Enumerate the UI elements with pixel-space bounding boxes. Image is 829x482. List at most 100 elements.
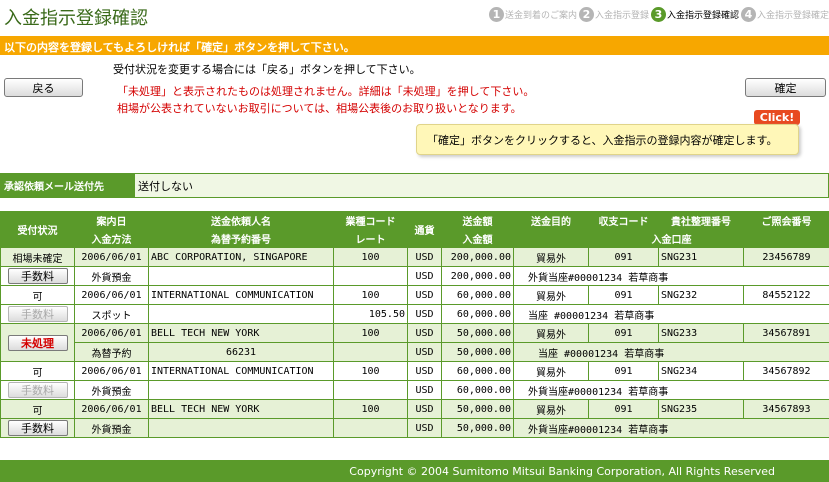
step-label: 入金指示登録 <box>594 11 649 21</box>
method-cell: 外貨預金 <box>74 380 149 400</box>
purpose-cell: 貿易外 <box>513 247 589 267</box>
status-cell: 可 <box>0 361 75 381</box>
back-button[interactable]: 戻る <box>4 78 83 97</box>
fee-button[interactable]: 手数料 <box>7 382 68 398</box>
deposit-cell: 50,000.00 <box>441 342 514 362</box>
ref-cell: SNG234 <box>658 361 744 381</box>
inquiry-cell: 34567892 <box>743 361 829 381</box>
fee-button[interactable]: 手数料 <box>7 420 68 436</box>
step-label: 送金到着のご案内 <box>504 11 577 21</box>
header-purpose: 送金目的 <box>513 211 589 230</box>
account-cell: 外貨当座#00001234 若草商事 <box>513 380 829 400</box>
industry-cell: 100 <box>333 399 408 419</box>
contract-cell <box>148 304 334 324</box>
table-row: 可 2006/06/01 INTERNATIONAL COMMUNICATION… <box>0 285 829 305</box>
currency-cell: USD <box>407 247 442 267</box>
date-cell: 2006/06/01 <box>74 285 149 305</box>
date-cell: 2006/06/01 <box>74 361 149 381</box>
table-row: 為替予約 66231 USD 50,000.00 当座 #00001234 若草… <box>1 342 829 362</box>
page-title: 入金指示登録確認 <box>4 8 148 29</box>
step-label: 入金指示登録確定 <box>756 11 829 21</box>
industry-cell: 100 <box>333 361 408 381</box>
table-row: 手数料 外貨預金 USD 200,000.00 外貨当座#00001234 若草… <box>0 266 829 286</box>
method-cell: 外貨預金 <box>74 418 149 438</box>
code-cell: 091 <box>588 285 659 305</box>
table-row: 手数料 外貨預金 USD 60,000.00 外貨当座#00001234 若草商… <box>0 380 829 400</box>
button-cell: 手数料 <box>0 418 75 438</box>
step-number-icon: 2 <box>578 7 594 22</box>
rate-cell <box>333 342 408 362</box>
deposit-cell: 60,000.00 <box>441 380 514 400</box>
table-row: 可 2006/06/01 INTERNATIONAL COMMUNICATION… <box>0 361 829 381</box>
account-cell: 当座 #00001234 若草商事 <box>513 304 829 324</box>
method-cell: 為替予約 <box>74 342 149 362</box>
code-cell: 091 <box>588 247 659 267</box>
ref-cell: SNG231 <box>658 247 744 267</box>
contract-cell: 66231 <box>148 342 334 362</box>
table-row: 可 2006/06/01 BELL TECH NEW YORK 100 USD … <box>0 399 829 419</box>
deposit-cell: 50,000.00 <box>441 418 514 438</box>
unprocessed-button[interactable]: 未処理 <box>7 334 68 351</box>
ref-cell: SNG233 <box>658 323 744 343</box>
amount-cell: 50,000.00 <box>441 323 514 343</box>
account-cell: 外貨当座#00001234 若草商事 <box>513 418 829 438</box>
date-cell: 2006/06/01 <box>74 247 149 267</box>
button-cell: 未処理 <box>0 323 75 362</box>
inquiry-cell: 84552122 <box>743 285 829 305</box>
approval-mail-row: 承認依頼メール送付先 送付しない <box>0 173 829 198</box>
rate-cell <box>333 380 408 400</box>
amount-cell: 60,000.00 <box>441 361 514 381</box>
code-cell: 091 <box>588 399 659 419</box>
step-4: 4 入金指示登録確定 <box>740 7 829 22</box>
fee-button[interactable]: 手数料 <box>7 306 68 322</box>
deposit-cell: 200,000.00 <box>441 266 514 286</box>
inquiry-cell: 34567891 <box>743 323 829 343</box>
header-industry: 業種コード <box>333 211 408 230</box>
status-cell: 可 <box>0 399 75 419</box>
remitter-cell: BELL TECH NEW YORK <box>148 399 334 419</box>
code-cell: 091 <box>588 361 659 381</box>
industry-cell: 100 <box>333 323 408 343</box>
step-2: 2 入金指示登録 <box>578 7 649 22</box>
purpose-cell: 貿易外 <box>513 285 589 305</box>
header-amount: 送金額 <box>441 211 514 230</box>
ref-cell: SNG235 <box>658 399 744 419</box>
header-deposit: 入金額 <box>441 229 514 248</box>
progress-steps: 1 送金到着のご案内 2 入金指示登録 3 入金指示登録確認 4 入金指示登録確… <box>487 7 829 22</box>
currency-cell: USD <box>407 418 442 438</box>
button-cell: 手数料 <box>0 304 75 324</box>
amount-cell: 60,000.00 <box>441 285 514 305</box>
currency-cell: USD <box>407 266 442 286</box>
rate-cell <box>333 266 408 286</box>
footer-copyright: Copyright © 2004 Sumitomo Mitsui Banking… <box>0 460 829 482</box>
approval-mail-label: 承認依頼メール送付先 <box>1 174 134 197</box>
step-label: 入金指示登録確認 <box>666 11 739 21</box>
header-account: 入金口座 <box>513 229 829 248</box>
click-badge: Click! <box>754 110 800 125</box>
inquiry-cell: 34567893 <box>743 399 829 419</box>
account-cell: 外貨当座#00001234 若草商事 <box>513 266 829 286</box>
industry-cell: 100 <box>333 247 408 267</box>
industry-cell: 100 <box>333 285 408 305</box>
inquiry-cell: 23456789 <box>743 247 829 267</box>
remittance-table: 受付状況 案内日 送金依頼人名 業種コード 通貨 送金額 送金目的 収支コード … <box>0 211 829 438</box>
currency-cell: USD <box>407 285 442 305</box>
currency-cell: USD <box>407 361 442 381</box>
header-contract: 為替予約番号 <box>148 229 334 248</box>
remitter-cell: INTERNATIONAL COMMUNICATION <box>148 361 334 381</box>
purpose-cell: 貿易外 <box>513 323 589 343</box>
confirm-button[interactable]: 確定 <box>745 78 826 97</box>
rate-cell: 105.50 <box>333 304 408 324</box>
currency-cell: USD <box>407 342 442 362</box>
contract-cell <box>148 418 334 438</box>
header-ref: 貴社整理番号 <box>658 211 744 230</box>
code-cell: 091 <box>588 323 659 343</box>
remitter-cell: ABC CORPORATION, SINGAPORE <box>148 247 334 267</box>
instruction-banner: 以下の内容を登録してもよろしければ「確定」ボタンを押して下さい。 <box>0 36 829 55</box>
button-cell: 手数料 <box>0 266 75 286</box>
header-inquiry: ご照会番号 <box>743 211 829 230</box>
fee-button[interactable]: 手数料 <box>7 268 68 284</box>
step-number-icon: 3 <box>650 7 666 22</box>
deposit-cell: 60,000.00 <box>441 304 514 324</box>
currency-cell: USD <box>407 380 442 400</box>
